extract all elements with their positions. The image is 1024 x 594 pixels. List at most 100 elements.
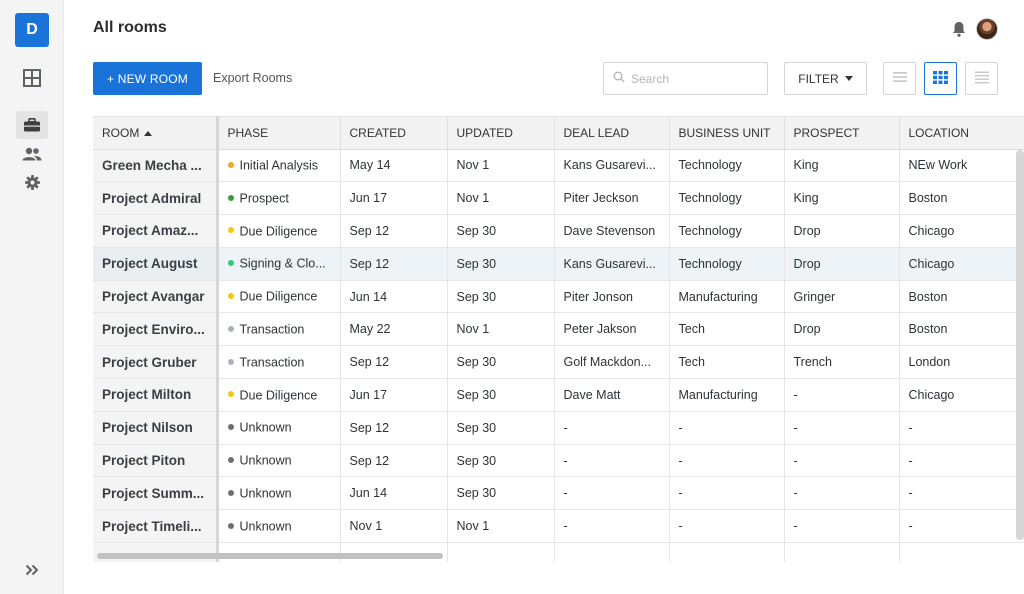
compact-view-button[interactable] xyxy=(965,62,998,95)
location-cell: Boston xyxy=(899,280,1024,314)
table-row[interactable]: Project Milton Due Diligence Jun 17 Sep 30 D… xyxy=(93,378,1024,412)
column-header-location[interactable]: LOCATION xyxy=(899,117,1024,150)
location-cell: London xyxy=(899,345,1024,380)
table-row[interactable]: Project Admiral Prospect Jun 17 Nov 1 Piter … xyxy=(93,181,1024,216)
deal-lead-cell: Piter Jonson xyxy=(554,280,670,314)
created-cell: Jun 17 xyxy=(340,378,448,412)
table-row[interactable]: Project Enviro... Transaction May 22 Nov 1P… xyxy=(93,312,1024,347)
app-logo[interactable]: D xyxy=(15,13,49,47)
phase-label: Transaction xyxy=(239,355,305,370)
business-unit-cell: Manufacturing xyxy=(669,280,785,314)
table-row[interactable]: Project Nilson Unknown Sep 12 Sep 30- - - - xyxy=(93,411,1024,445)
grid-view-button[interactable] xyxy=(924,62,957,95)
phase-cell: Transaction xyxy=(217,312,341,347)
business-unit-cell: Technology xyxy=(669,247,785,281)
deal-lead-cell: Kans Gusarevi... xyxy=(554,247,670,281)
deal-lead-cell: - xyxy=(554,444,670,478)
phase-status-dot-icon xyxy=(227,358,234,365)
compact-view-icon xyxy=(974,71,989,87)
table-row[interactable]: Project Timeli... Unknown Nov 1 Nov 1---- xyxy=(93,509,1024,544)
updated-cell xyxy=(447,542,555,562)
sort-ascending-icon xyxy=(144,131,153,137)
location-cell: - xyxy=(899,411,1024,445)
sidebar-item-dashboard[interactable] xyxy=(16,64,48,92)
phase-cell: Transaction xyxy=(217,345,341,380)
prospect-cell: - xyxy=(784,378,900,412)
created-cell: Sep 12 xyxy=(340,411,448,445)
prospect-cell xyxy=(784,542,900,562)
location-cell: NEw Work xyxy=(899,149,1024,183)
sidebar-expand-button[interactable] xyxy=(16,556,48,584)
sidebar-item-rooms[interactable] xyxy=(16,111,48,139)
business-unit-cell: - xyxy=(669,476,785,511)
column-header-prospect[interactable]: PROSPECT xyxy=(784,117,900,150)
business-unit-cell: Technology xyxy=(669,214,785,248)
phase-label: Transaction xyxy=(239,322,305,337)
table-row[interactable]: Project Piton Unknown Sep 12 Sep 30- - - - xyxy=(93,444,1024,478)
search-box xyxy=(603,62,768,95)
new-room-button[interactable]: + NEW ROOM xyxy=(93,62,202,95)
table-row[interactable]: Project Summ... Unknown Jun 14 Sep 30- - - - xyxy=(93,476,1024,511)
location-cell: Boston xyxy=(899,181,1024,216)
updated-cell: Nov 1 xyxy=(447,149,555,183)
prospect-cell: Drop xyxy=(784,312,900,347)
list-view-button[interactable] xyxy=(883,62,916,95)
notifications-button[interactable] xyxy=(950,20,968,38)
table-row[interactable]: Project August Signing & Clo... Sep 12 Sep … xyxy=(93,247,1024,281)
updated-cell: Sep 30 xyxy=(447,214,555,248)
column-header-business-unit[interactable]: BUSINESS UNIT xyxy=(669,117,785,150)
gear-icon xyxy=(24,174,40,190)
grid-view-icon xyxy=(933,70,948,87)
phase-status-dot-icon xyxy=(227,325,234,332)
prospect-cell: Trench xyxy=(784,345,900,380)
business-unit-cell: Technology xyxy=(669,181,785,216)
table-row[interactable]: Green Mecha ... Initial Analysis May 14 Nov… xyxy=(93,149,1024,183)
search-icon xyxy=(613,70,625,88)
grid-icon xyxy=(23,69,41,87)
phase-label: Signing & Clo... xyxy=(239,257,326,272)
column-header-deal-lead[interactable]: DEAL LEAD xyxy=(554,117,670,150)
users-icon xyxy=(22,147,42,161)
phase-label: Due Diligence xyxy=(239,289,318,304)
prospect-cell: - xyxy=(784,444,900,478)
column-header-updated[interactable]: UPDATED xyxy=(447,117,555,150)
column-header-label: ROOM xyxy=(102,125,140,140)
column-header-created[interactable]: CREATED xyxy=(340,117,448,150)
updated-cell: Sep 30 xyxy=(447,247,555,281)
vertical-scrollbar[interactable] xyxy=(1016,150,1024,540)
table-row[interactable]: Project Gruber Transaction Sep 12 Sep 30 Gol… xyxy=(93,345,1024,380)
phase-label: Prospect xyxy=(239,191,289,206)
phase-status-dot-icon xyxy=(227,161,234,168)
search-input[interactable] xyxy=(631,71,761,86)
prospect-cell: Drop xyxy=(784,247,900,281)
table-row[interactable]: Project Avangar Due Diligence Jun 14 Sep 30… xyxy=(93,280,1024,314)
table-row[interactable]: Project Amaz... Due Diligence Sep 12 Sep 30… xyxy=(93,214,1024,248)
column-header-room[interactable]: ROOM xyxy=(93,117,219,150)
export-rooms-link[interactable]: Export Rooms xyxy=(213,71,292,85)
phase-cell: Due Diligence xyxy=(217,378,341,412)
created-cell: Jun 17 xyxy=(340,181,448,216)
sidebar-item-users[interactable] xyxy=(16,140,48,168)
avatar[interactable] xyxy=(976,18,998,40)
phase-label: Unknown xyxy=(239,519,292,534)
location-cell: - xyxy=(899,444,1024,478)
room-name-cell: Project August xyxy=(93,247,219,281)
updated-cell: Sep 30 xyxy=(447,444,555,478)
list-view-icon xyxy=(892,71,907,86)
prospect-cell: Drop xyxy=(784,214,900,248)
column-header-phase[interactable]: PHASE xyxy=(217,117,341,150)
created-cell: Nov 1 xyxy=(340,509,448,544)
horizontal-scrollbar[interactable] xyxy=(97,553,443,559)
filter-button[interactable]: FILTER xyxy=(784,62,867,95)
phase-status-dot-icon xyxy=(227,292,234,299)
phase-status-dot-icon xyxy=(227,260,234,267)
business-unit-cell: Tech xyxy=(669,312,785,347)
updated-cell: Sep 30 xyxy=(447,411,555,445)
deal-lead-cell: Dave Stevenson xyxy=(554,214,670,248)
phase-status-dot-icon xyxy=(227,456,234,463)
sidebar-item-settings[interactable] xyxy=(16,168,48,196)
phase-status-dot-icon xyxy=(227,391,234,398)
room-name-cell: Project Enviro... xyxy=(93,312,219,347)
location-cell: Chicago xyxy=(899,378,1024,412)
business-unit-cell: Technology xyxy=(669,149,785,183)
